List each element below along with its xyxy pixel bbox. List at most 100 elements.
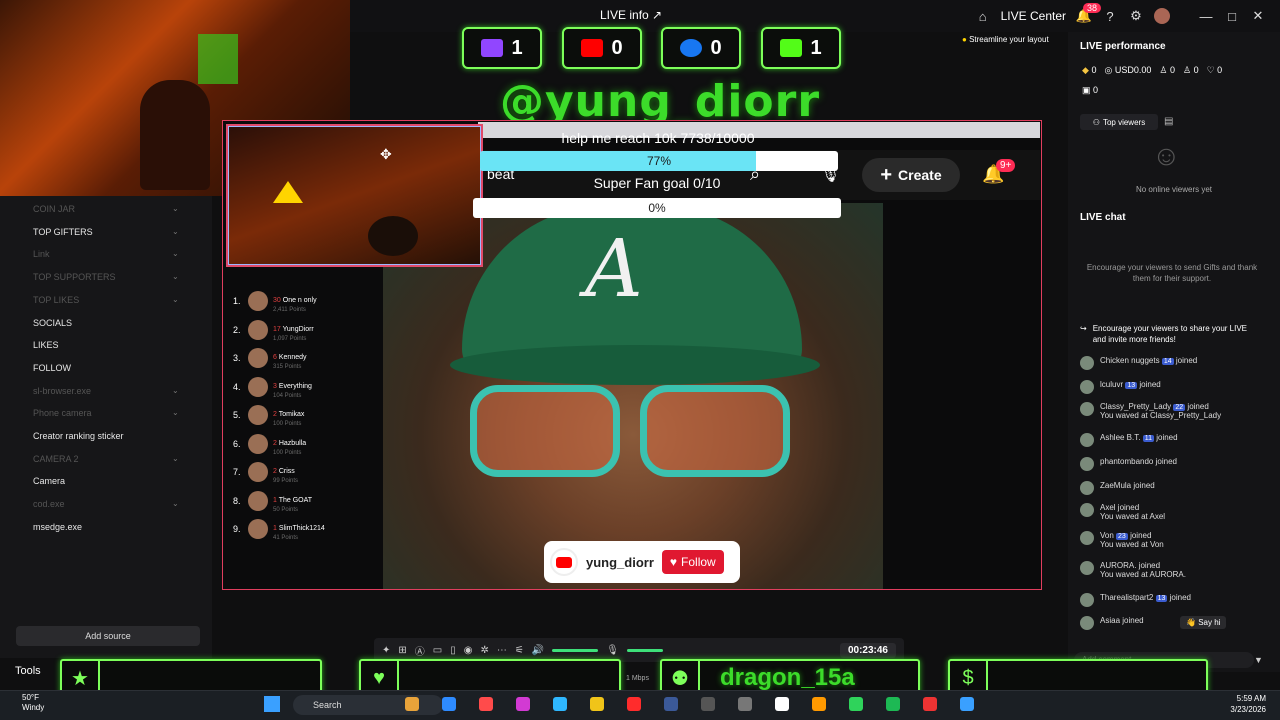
minimize-icon[interactable]: — [1198,8,1214,24]
viewer-name[interactable]: Ashlee B.T. [1100,433,1140,442]
create-button[interactable]: + Create [862,158,960,192]
source-item[interactable]: TOP SUPPORTERS [33,272,116,282]
taskbar-app-icon[interactable] [775,697,789,711]
source-item[interactable]: Camera [33,476,65,486]
home-icon[interactable]: ⌂ [975,8,991,24]
chevron-icon[interactable]: ⌄ [172,408,179,417]
avatar [1080,531,1094,545]
gifter-name: Everything [278,382,312,390]
system-clock[interactable]: 5:59 AM 3/23/2026 [1230,693,1266,715]
source-item[interactable]: sl-browser.exe [33,386,91,396]
taskbar-search[interactable]: Search [293,695,443,715]
taskbar-app-icon[interactable] [738,697,752,711]
chevron-icon[interactable]: ⌄ [172,386,179,395]
chevron-icon[interactable]: ⌄ [172,272,179,281]
taskbar-app-icon[interactable] [553,697,567,711]
taskbar-app-icon[interactable] [849,697,863,711]
leaderboard-entry: 2 Tomikax 100 Points [273,403,304,427]
close-icon[interactable]: ✕ [1250,8,1266,24]
taskbar-app-icon[interactable] [442,697,456,711]
taskbar-app-icon[interactable] [590,697,604,711]
source-item[interactable]: LIKES [33,340,59,350]
viewer-name[interactable]: Chicken nuggets [1100,356,1160,365]
follow-button[interactable]: ♥ Follow [661,550,724,574]
source-item[interactable]: Link [33,249,50,259]
source-item[interactable]: Creator ranking sticker [33,431,124,441]
source-item[interactable]: cod.exe [33,499,65,509]
list-icon[interactable]: ▤ [1164,116,1173,127]
chevron-icon[interactable]: ⌄ [172,499,179,508]
join-item: Axel joined You waved at Axel [1080,503,1165,521]
viewer-name[interactable]: Von [1100,531,1114,540]
viewer-name[interactable]: Axel [1100,503,1116,512]
latest-follower: dragon_15a [720,664,855,691]
gear-icon[interactable]: ⚙ [1128,8,1144,24]
say-hi-button[interactable]: 👋 Say hi [1180,616,1227,629]
mic-slider[interactable] [627,648,663,652]
source-item[interactable]: COIN JAR [33,204,75,214]
phone-icon[interactable]: ▯ [450,645,456,656]
taskbar-app-icon[interactable] [479,697,493,711]
weather-widget[interactable]: 50°F Windy [22,693,44,713]
taskbar-app-icon[interactable] [923,697,937,711]
camera-overlay[interactable] [226,124,483,267]
avatar[interactable] [1154,8,1170,24]
layout-icon[interactable]: ⊞ [398,645,406,656]
chevron-icon[interactable]: ⌄ [172,204,179,213]
leaderboard-entry: 30 One n only 2,411 Points [273,289,317,313]
maximize-icon[interactable]: □ [1224,8,1240,24]
viewer-name[interactable]: Classy_Pretty_Lady [1100,402,1171,411]
display-icon[interactable]: ▭ [433,645,442,656]
viewer-name[interactable]: Asiaa [1100,616,1120,625]
start-icon[interactable] [264,696,280,712]
source-item[interactable]: TOP GIFTERS [33,227,93,237]
avatar [248,376,268,397]
taskbar-app-icon[interactable] [405,697,419,711]
taskbar-app-icon[interactable] [960,697,974,711]
chevron-icon[interactable]: ⌄ [172,227,179,236]
source-item[interactable]: Phone camera [33,408,92,418]
bell-icon[interactable]: 🔔 38 [1076,3,1101,24]
taskbar-app-icon[interactable] [664,697,678,711]
gift-count: 3 [273,382,277,390]
layout-tip[interactable]: ● Streamline your layout [962,35,1049,44]
live-center-link[interactable]: LIVE Center [1001,9,1066,23]
viewer-name[interactable]: AURORA. [1100,561,1136,570]
viewer-name[interactable]: phantombando [1100,457,1153,466]
tools-label[interactable]: Tools [15,665,41,677]
viewer-name[interactable]: Tharealistpart2 [1100,593,1153,602]
volume-slider[interactable] [552,648,599,652]
chevron-down-icon[interactable]: ▼ [1254,655,1263,665]
ai-icon[interactable]: Ⓐ [415,643,425,658]
more-icon[interactable]: ⋯ [497,645,507,656]
source-item[interactable]: CAMERA 2 [33,454,79,464]
mic-icon[interactable]: 🎙 [606,645,619,656]
chevron-icon[interactable]: ⌄ [172,249,179,258]
source-item[interactable]: FOLLOW [33,363,71,373]
avatar [1080,380,1094,394]
viewer-name[interactable]: ZaeMula [1100,481,1131,490]
help-icon[interactable]: ? [1102,8,1118,24]
taskbar-app-icon[interactable] [627,697,641,711]
taskbar-app-icon[interactable] [701,697,715,711]
leaderboard-entry: 17 YungDiorr 1,097 Points [273,318,314,342]
adjust-icon[interactable]: ⚟ [515,645,524,656]
wave-text: You waved at Von [1100,540,1164,549]
taskbar-app-icon[interactable] [516,697,530,711]
chevron-icon[interactable]: ⌄ [172,454,179,463]
settings-dial-icon[interactable]: ✲ [480,645,488,656]
record-icon[interactable]: ◉ [464,645,473,656]
effects-icon[interactable]: ✦ [382,645,390,656]
chevron-icon[interactable]: ⌄ [172,295,179,304]
source-item[interactable]: TOP LIKES [33,295,79,305]
viewer-name[interactable]: lculuvr [1100,380,1123,389]
source-item[interactable]: SOCIALS [33,318,72,328]
points: 50 Points [273,506,299,513]
top-viewers-tab[interactable]: ⚇ Top viewers [1080,114,1158,130]
source-item[interactable]: msedge.exe [33,522,82,532]
live-info-title[interactable]: LIVE info ↗ [600,8,662,22]
speaker-icon[interactable]: 🔊 [532,645,544,656]
taskbar-app-icon[interactable] [812,697,826,711]
taskbar-app-icon[interactable] [886,697,900,711]
add-source-button[interactable]: Add source [16,626,200,646]
